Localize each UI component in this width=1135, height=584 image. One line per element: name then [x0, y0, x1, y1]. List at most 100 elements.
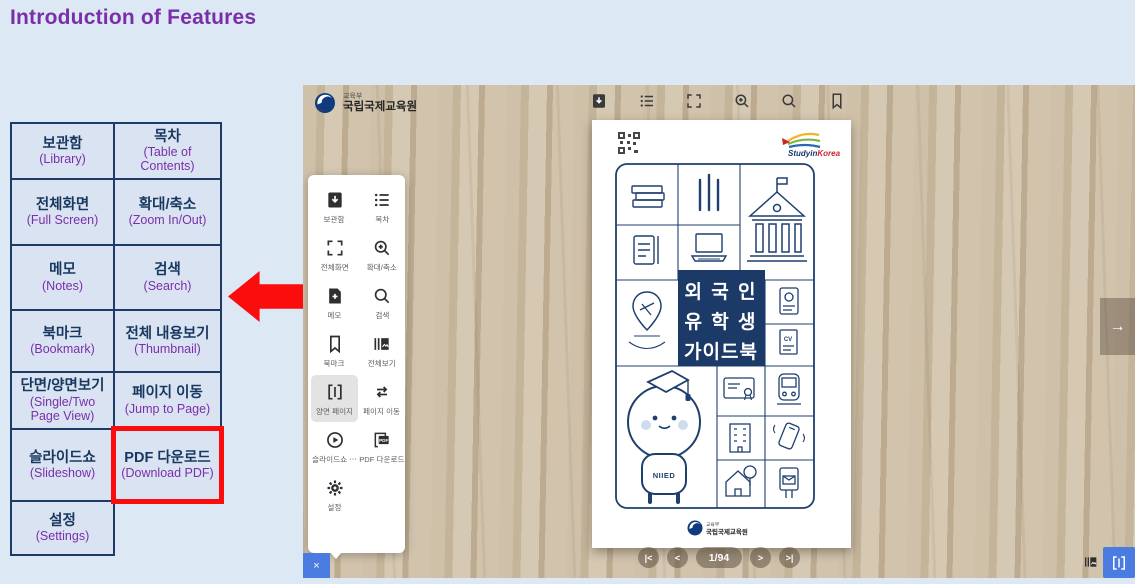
feature-cell-search: 검색 (Search)	[113, 244, 222, 311]
passport-icon	[780, 288, 798, 314]
menu-item-jump-page[interactable]: 페이지 이동	[358, 375, 406, 422]
niied-mascot: NIIED	[628, 371, 700, 502]
toc-button[interactable]	[637, 91, 657, 111]
svg-text:유 학 생: 유 학 생	[685, 311, 758, 333]
feature-cell-fullscreen: 전체화면 (Full Screen)	[10, 178, 115, 246]
page-title: Introduction of Features	[10, 6, 256, 30]
studyinkorea-logo: StudyinKorea	[782, 134, 841, 158]
menu-item-bookmark[interactable]: 북마크	[311, 327, 358, 374]
university-icon	[747, 178, 807, 261]
fullscreen-button[interactable]	[684, 91, 704, 111]
travel-pin-icon	[629, 292, 665, 349]
feature-cell-toc: 목차 (Table of Contents)	[113, 122, 222, 180]
search-icon	[780, 92, 798, 110]
table-row: 설정 (Settings)	[10, 500, 222, 556]
feature-cell-zoom: 확대/축소 (Zoom In/Out)	[113, 178, 222, 246]
feature-cell-notes: 메모 (Notes)	[10, 244, 115, 311]
menu-item-slideshow[interactable]: 슬라이드쇼 ⋯	[311, 423, 358, 470]
ebook-viewer: 교육부 국립국제교육원 보관함 목차	[303, 85, 1135, 578]
library-button[interactable]	[589, 91, 609, 111]
menu-item-toc[interactable]: 목차	[358, 183, 406, 230]
table-row: 보관함 (Library) 목차 (Table of Contents)	[10, 122, 222, 180]
feature-cell-thumbnail: 전체 내용보기 (Thumbnail)	[113, 309, 222, 373]
feature-cell-pageview: 단면/양면보기 (Single/Two Page View)	[10, 371, 115, 430]
phone-icon	[774, 422, 805, 449]
top-toolbar	[589, 91, 847, 111]
mailbox-icon	[780, 468, 798, 498]
menu-item-fullscreen[interactable]: 전체화면	[311, 231, 358, 278]
side-menu: 보관함 목차 전체화면 확대/축소 메모 검색 북마크 전체보기	[308, 175, 405, 553]
viewer-brand: 교육부 국립국제교육원	[313, 91, 417, 115]
page-mode-button[interactable]	[1103, 547, 1135, 578]
zoom-in-icon	[733, 92, 751, 110]
next-page-edge-button[interactable]: →	[1100, 298, 1135, 355]
notepad-icon	[634, 236, 658, 264]
cover-footer-logo: 교육부 국립국제교육원	[688, 521, 748, 537]
two-page-icon	[325, 382, 345, 402]
table-row: 슬라이드쇼 (Slideshow) 설정 PDF 다운로드 (Download …	[10, 428, 222, 502]
svg-text:StudyinKorea: StudyinKorea	[788, 149, 841, 158]
menu-item-zoom[interactable]: 확대/축소	[358, 231, 406, 278]
menu-item-settings[interactable]: 설정	[311, 471, 358, 518]
moe-logo-icon	[313, 91, 337, 115]
book-cover-page: StudyinKorea	[592, 120, 851, 548]
svg-text:교육부: 교육부	[706, 522, 720, 528]
fullscreen-icon	[685, 92, 703, 110]
table-row: 메모 (Notes) 검색 (Search)	[10, 244, 222, 311]
bookmark-icon	[828, 92, 846, 110]
feature-cell-bookmark: 북마크 (Bookmark)	[10, 309, 115, 373]
menu-item-library[interactable]: 보관함	[311, 183, 358, 230]
feature-cell-library: 보관함 (Library)	[10, 122, 115, 180]
slideshow-icon	[325, 430, 345, 450]
thumbnail-mini-icon[interactable]	[1082, 554, 1100, 570]
library-icon	[590, 92, 608, 110]
menu-item-memo[interactable]: 메모	[311, 279, 358, 326]
table-row: 전체화면 (Full Screen) 확대/축소 (Zoom In/Out)	[10, 178, 222, 246]
prev-page-button[interactable]: <	[667, 547, 688, 568]
next-page-button[interactable]: >	[750, 547, 771, 568]
bookmark-icon	[325, 334, 345, 354]
settings-icon	[325, 478, 345, 498]
svg-text:국립국제교육원: 국립국제교육원	[706, 527, 748, 536]
menu-item-two-page[interactable]: 양면 페이지	[311, 375, 358, 422]
svg-text:외 국 인: 외 국 인	[685, 281, 758, 303]
features-table: 보관함 (Library) 목차 (Table of Contents) 전체화…	[10, 122, 222, 556]
certificate-icon	[724, 378, 754, 400]
thumbnails-icon	[372, 334, 392, 354]
bookmark-button[interactable]	[827, 91, 847, 111]
toc-icon	[638, 92, 656, 110]
pdf-download-icon: PDF	[372, 430, 392, 450]
first-page-button[interactable]: |<	[638, 547, 659, 568]
brand-org: 국립국제교육원	[343, 101, 417, 114]
feature-cell-settings: 설정 (Settings)	[10, 500, 115, 556]
search-icon	[372, 286, 392, 306]
house-icon	[726, 466, 756, 496]
library-icon	[325, 190, 345, 210]
table-row: 북마크 (Bookmark) 전체 내용보기 (Thumbnail)	[10, 309, 222, 373]
menu-item-search[interactable]: 검색	[358, 279, 406, 326]
book-cover-art: StudyinKorea	[592, 120, 851, 548]
qr-code-icon	[618, 132, 640, 154]
feature-cell-jump: 페이지 이동 (Jump to Page)	[113, 371, 222, 430]
laptop-icon	[692, 234, 726, 261]
fullscreen-icon	[325, 238, 345, 258]
memo-icon	[325, 286, 345, 306]
pens-icon	[700, 175, 718, 210]
page-mode-icon	[1110, 554, 1128, 572]
table-row: 단면/양면보기 (Single/Two Page View) 페이지 이동 (J…	[10, 371, 222, 430]
svg-text:PDF: PDF	[379, 438, 388, 443]
search-button[interactable]	[779, 91, 799, 111]
page-indicator[interactable]: 1/94	[696, 547, 742, 568]
last-page-button[interactable]: >|	[779, 547, 800, 568]
zoom-button[interactable]	[732, 91, 752, 111]
svg-text:가이드북: 가이드북	[684, 341, 758, 363]
books-icon	[632, 186, 664, 207]
menu-item-thumbnails[interactable]: 전체보기	[358, 327, 406, 374]
feature-cell-download-pdf-highlighted: 설정 PDF 다운로드 (Download PDF)	[113, 428, 222, 502]
menu-item-pdf-download[interactable]: PDF PDF 다운로드	[358, 423, 406, 470]
brand-ministry: 교육부	[343, 93, 417, 101]
building-icon	[730, 424, 750, 452]
zoom-in-icon	[372, 238, 392, 258]
train-icon	[777, 374, 801, 404]
page-navigation: |< < 1/94 > >|	[303, 547, 1135, 568]
